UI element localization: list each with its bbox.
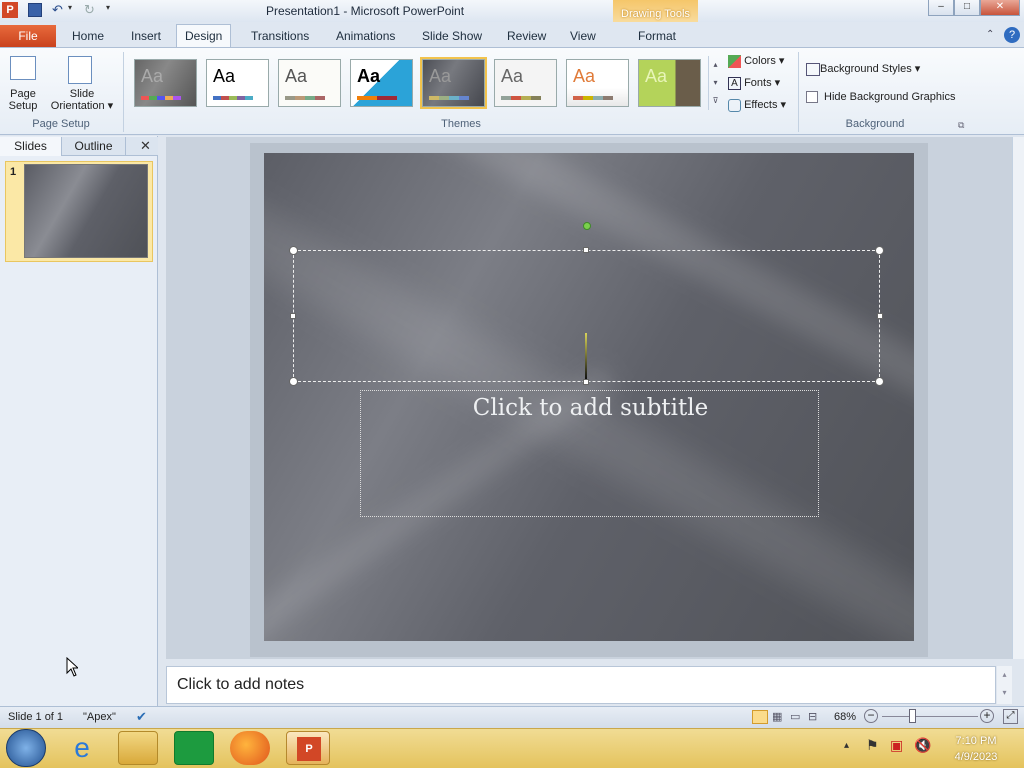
theme-thumbnail-3[interactable]: Aa — [278, 59, 341, 107]
group-separator — [798, 52, 799, 132]
notes-pane[interactable]: Click to add notes — [166, 666, 996, 704]
tab-design[interactable]: Design — [176, 24, 232, 48]
theme-thumbnail-apex-selected[interactable]: Aa — [420, 57, 487, 109]
subtitle-placeholder-text: Click to add subtitle — [472, 395, 709, 421]
clock-time[interactable]: 7:10 PM — [946, 735, 1006, 747]
theme-thumbnail-7[interactable]: Aa — [566, 59, 629, 107]
theme-thumbnail-6[interactable]: Aa — [494, 59, 557, 107]
effects-icon — [728, 98, 741, 112]
slide-sorter-icon[interactable]: ▦ — [772, 710, 786, 724]
tab-outline[interactable]: Outline — [62, 137, 126, 156]
close-pane-icon[interactable]: ✕ — [140, 138, 151, 154]
normal-view-icon[interactable] — [752, 710, 768, 724]
network-icon[interactable]: ▣ — [890, 737, 903, 754]
maximize-button[interactable]: □ — [954, 0, 980, 16]
internet-explorer-icon[interactable]: e — [62, 731, 102, 765]
resize-handle[interactable] — [583, 379, 589, 385]
zoom-slider-thumb[interactable] — [909, 709, 916, 723]
tab-format[interactable]: Format — [630, 25, 684, 47]
hide-background-checkbox[interactable] — [806, 91, 818, 104]
powerpoint-taskbar-icon: P — [297, 737, 321, 761]
zoom-in-icon[interactable]: + — [980, 709, 994, 723]
resize-handle[interactable] — [875, 377, 884, 386]
volume-muted-icon[interactable]: 🔇 — [914, 737, 931, 754]
theme-thumbnail-1[interactable]: Aa — [134, 59, 197, 107]
resize-handle[interactable] — [583, 247, 589, 253]
tab-view[interactable]: View — [562, 25, 604, 47]
themes-group-label: Themes — [441, 118, 481, 130]
fit-to-window-icon[interactable]: ⤢ — [1003, 709, 1018, 724]
tab-file[interactable]: File — [0, 25, 56, 47]
page-setup-button[interactable]: Page Setup — [6, 54, 40, 116]
zoom-level[interactable]: 68% — [834, 711, 856, 723]
slide-counter: Slide 1 of 1 — [8, 711, 64, 723]
vertical-scrollbar[interactable] — [1012, 137, 1024, 659]
theme-name: "Apex" — [83, 711, 116, 723]
themes-gallery-scroll[interactable]: ▴ ▾ ⊽ — [708, 56, 722, 110]
slide-orientation-label-2: Orientation ▾ — [50, 100, 114, 112]
resize-handle[interactable] — [877, 313, 883, 319]
start-button[interactable] — [6, 729, 46, 767]
subtitle-placeholder[interactable]: Click to add subtitle — [360, 390, 819, 517]
slide-orientation-label-1: Slide — [69, 88, 95, 100]
tab-slides[interactable]: Slides — [0, 137, 62, 156]
zoom-out-icon[interactable]: − — [864, 709, 878, 723]
slide-number: 1 — [10, 166, 17, 178]
page-setup-label-1: Page — [10, 88, 36, 100]
tab-review[interactable]: Review — [499, 25, 554, 47]
background-dialog-launcher-icon[interactable]: ⧉ — [958, 120, 964, 131]
hide-background-graphics[interactable]: Hide Background Graphics — [806, 91, 955, 104]
file-explorer-icon[interactable] — [118, 731, 158, 765]
page-setup-icon — [10, 56, 36, 80]
slide-show-icon[interactable]: ⊟ — [808, 710, 822, 724]
theme-thumbnail-4[interactable]: Aa — [350, 59, 413, 107]
tab-insert[interactable]: Insert — [123, 25, 169, 47]
background-group-label: Background — [845, 118, 905, 130]
tab-transitions[interactable]: Transitions — [243, 25, 317, 47]
page-setup-group-label: Page Setup — [32, 118, 90, 130]
clock-date[interactable]: 4/9/2023 — [946, 751, 1006, 763]
tab-home[interactable]: Home — [64, 25, 112, 47]
effects-button[interactable]: Effects ▾ — [728, 98, 786, 114]
colors-icon — [728, 54, 741, 68]
colors-button[interactable]: Colors ▾ — [728, 54, 784, 70]
fonts-icon: A — [728, 76, 741, 90]
store-icon[interactable] — [174, 731, 214, 765]
slide-orientation-icon — [68, 56, 92, 84]
spell-check-icon[interactable]: ✔ — [136, 709, 147, 725]
powerpoint-taskbar-button[interactable]: P — [286, 731, 330, 765]
resize-handle[interactable] — [289, 246, 298, 255]
tab-animations[interactable]: Animations — [328, 25, 403, 47]
close-button[interactable]: ✕ — [980, 0, 1020, 16]
slide-orientation-button[interactable]: Slide Orientation ▾ — [46, 54, 118, 116]
background-styles-button[interactable]: Background Styles ▾ — [806, 62, 920, 76]
collapse-ribbon-icon[interactable]: ⌃ — [986, 29, 994, 40]
resize-handle[interactable] — [875, 246, 884, 255]
theme-thumbnail-2[interactable]: Aa — [206, 59, 269, 107]
background-styles-icon — [806, 62, 820, 76]
reading-view-icon[interactable]: ▭ — [790, 710, 804, 724]
resize-handle[interactable] — [290, 313, 296, 319]
action-center-flag-icon[interactable]: ⚑ — [866, 737, 879, 754]
resize-handle[interactable] — [289, 377, 298, 386]
notes-scrollbar[interactable]: ▴ ▾ — [997, 666, 1012, 704]
theme-thumbnail-8[interactable]: Aa — [638, 59, 701, 107]
tab-slide-show[interactable]: Slide Show — [414, 25, 490, 47]
help-icon[interactable]: ? — [1004, 27, 1020, 43]
slide-thumbnail-image[interactable] — [24, 164, 148, 258]
group-separator — [123, 52, 124, 132]
fonts-button[interactable]: A Fonts ▾ — [728, 76, 780, 92]
zoom-slider-track[interactable] — [882, 716, 978, 717]
rotation-handle[interactable] — [583, 222, 591, 230]
notes-placeholder: Click to add notes — [177, 676, 305, 693]
minimize-button[interactable]: ‒ — [928, 0, 954, 16]
text-cursor — [585, 333, 587, 379]
show-hidden-icons-icon[interactable]: ▴ — [844, 740, 849, 751]
page-setup-label-2: Setup — [8, 100, 38, 112]
firefox-icon[interactable] — [230, 731, 270, 765]
